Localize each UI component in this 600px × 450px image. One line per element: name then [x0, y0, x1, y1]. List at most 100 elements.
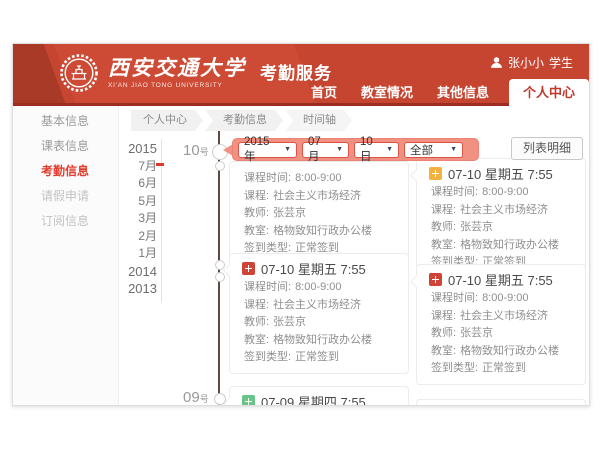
nav-personal-center[interactable]: 个人中心 — [509, 79, 589, 106]
field-value: 张芸京 — [273, 316, 306, 328]
status-stamp-icon — [242, 395, 255, 407]
nav-classrooms[interactable]: 教室情况 — [349, 80, 425, 106]
day-number: 09 — [183, 389, 200, 406]
field-label: 教室: — [244, 225, 269, 237]
day-select[interactable]: 10日▼ — [354, 142, 399, 158]
field-value: 正常签到 — [482, 362, 526, 374]
attendance-card-selected[interactable]: 课程时间:8:00-9:00 课程:社会主义市场经济 教师:张芸京 教室:格物致… — [229, 161, 409, 265]
attendance-card[interactable]: 07-10 星期五 7:55 课程时间: 8:00-9:00 课程: 社会主义市场经… — [416, 158, 586, 279]
field-label: 教师: — [244, 316, 269, 328]
field-value: 8:00-9:00 — [482, 292, 528, 304]
sidebar-item-schedule-info[interactable]: 课表信息 — [13, 134, 118, 159]
breadcrumb: 个人中心 考勤信息 时间轴 — [131, 110, 352, 131]
field-value: 格物致知行政办公楼 — [273, 334, 372, 346]
month-select[interactable]: 07月▼ — [302, 142, 349, 158]
month-select-value: 07月 — [308, 136, 332, 164]
status-stamp-icon — [429, 167, 442, 180]
caret-down-icon: ▼ — [386, 146, 393, 153]
axis-month-2[interactable]: 2月 — [109, 228, 157, 246]
field-value: 8:00-9:00 — [295, 281, 341, 293]
field-value: 格物致知行政办公楼 — [460, 345, 559, 357]
field-value: 社会主义市场经济 — [460, 310, 548, 322]
field-label: 课程: — [431, 204, 456, 216]
field-label: 课程: — [431, 310, 456, 322]
sidebar-item-attendance-info[interactable]: 考勤信息 — [13, 159, 118, 184]
user-info[interactable]: 张小小 学生 — [490, 54, 573, 71]
sidebar: 基本信息 课表信息 考勤信息 请假申请 订阅信息 — [13, 106, 119, 405]
attendance-card[interactable]: 07-09 星期四 7:55 课程时间:8:00-9:00 — [229, 386, 409, 406]
timeline-node-dot — [215, 260, 225, 270]
field-value: 8:00-9:00 — [295, 172, 341, 184]
axis-month-3[interactable]: 3月 — [109, 210, 157, 228]
field-label: 课程时间: — [431, 292, 478, 304]
app-window: 西安交通大学 XI'AN JIAO TONG UNIVERSITY 考勤服务 张… — [12, 43, 590, 406]
field-value: 张芸京 — [460, 327, 493, 339]
axis-month-1[interactable]: 1月 — [109, 245, 157, 263]
axis-month-6[interactable]: 6月 — [109, 175, 157, 193]
card-tail — [223, 264, 236, 277]
day-label-10[interactable]: 10号 — [183, 142, 209, 160]
axis-year-2014[interactable]: 2014 — [109, 263, 157, 281]
field-label: 课程时间: — [431, 186, 478, 198]
field-label: 教师: — [431, 221, 456, 233]
card-tail — [410, 169, 423, 182]
nav-other-info[interactable]: 其他信息 — [425, 80, 501, 106]
list-detail-button[interactable]: 列表明细 — [511, 137, 583, 160]
timeline-node-day09[interactable] — [214, 393, 226, 405]
field-value: 社会主义市场经济 — [273, 299, 361, 311]
breadcrumb-timeline[interactable]: 时间轴 — [285, 110, 352, 131]
day-unit: 号 — [200, 147, 209, 157]
field-value: 格物致知行政办公楼 — [273, 225, 372, 237]
field-value: 正常签到 — [295, 351, 339, 363]
field-value: 格物致知行政办公楼 — [460, 239, 559, 251]
axis-month-7[interactable]: 7月 — [109, 158, 157, 176]
field-label: 课程: — [244, 299, 269, 311]
field-value: 张芸京 — [460, 221, 493, 233]
axis-year-2015[interactable]: 2015 — [109, 140, 157, 158]
attendance-card[interactable]: 07-10 星期五 7:55 课程时间:8:00-9:00 课程:社会主义市场经… — [229, 253, 409, 374]
card-date: 07-10 星期五 7:55 — [448, 270, 553, 289]
university-name-en: XI'AN JIAO TONG UNIVERSITY — [108, 82, 246, 89]
year-select-value: 2015年 — [244, 136, 280, 164]
timeline-node-dot — [215, 161, 225, 171]
scope-select[interactable]: 全部▼ — [404, 142, 463, 158]
page-background: 西安交通大学 XI'AN JIAO TONG UNIVERSITY 考勤服务 张… — [0, 0, 600, 450]
field-label: 教室: — [431, 345, 456, 357]
day-label-09[interactable]: 09号 — [183, 389, 209, 406]
app-header: 西安交通大学 XI'AN JIAO TONG UNIVERSITY 考勤服务 张… — [13, 44, 589, 106]
field-label: 签到类型: — [244, 351, 291, 363]
sidebar-item-subscription-info[interactable]: 订阅信息 — [13, 209, 118, 234]
field-label: 签到类型: — [431, 362, 478, 374]
field-label: 教室: — [431, 239, 456, 251]
day-number: 10 — [183, 142, 200, 159]
status-stamp-icon — [242, 262, 255, 275]
axis-year-2013[interactable]: 2013 — [109, 280, 157, 298]
user-role: 学生 — [549, 54, 573, 71]
day-unit: 号 — [200, 394, 209, 404]
day-select-value: 10日 — [360, 136, 382, 164]
breadcrumb-attendance-info[interactable]: 考勤信息 — [205, 110, 283, 131]
axis-month-5[interactable]: 5月 — [109, 193, 157, 211]
field-value: 8:00-9:00 — [482, 186, 528, 198]
filter-bubble: 2015年▼ 07月▼ 10日▼ 全部▼ — [232, 138, 479, 161]
current-month-marker — [156, 163, 164, 166]
attendance-card[interactable]: 07-10 星期五 7:55 课程时间: 8:00-9:00 课程: 社会主义市场经… — [416, 264, 586, 385]
nav-home[interactable]: 首页 — [299, 80, 349, 106]
brand: 西安交通大学 XI'AN JIAO TONG UNIVERSITY 考勤服务 — [59, 53, 332, 93]
field-label: 教师: — [244, 207, 269, 219]
sidebar-item-leave-request[interactable]: 请假申请 — [13, 184, 118, 209]
field-value: 社会主义市场经济 — [273, 190, 361, 202]
user-icon — [490, 56, 503, 69]
year-select[interactable]: 2015年▼ — [238, 142, 297, 158]
sidebar-item-basic-info[interactable]: 基本信息 — [13, 109, 118, 134]
caret-down-icon: ▼ — [450, 146, 457, 153]
user-name: 张小小 — [508, 54, 544, 71]
breadcrumb-personal-center[interactable]: 个人中心 — [131, 110, 203, 131]
field-label: 教师: — [431, 327, 456, 339]
field-value: 社会主义市场经济 — [460, 204, 548, 216]
status-stamp-icon — [429, 273, 442, 286]
university-logo-icon — [59, 53, 99, 93]
attendance-card-fragment — [416, 399, 586, 406]
main-nav: 首页 教室情况 其他信息 个人中心 — [299, 79, 589, 106]
card-date: 07-10 星期五 7:55 — [448, 164, 553, 183]
